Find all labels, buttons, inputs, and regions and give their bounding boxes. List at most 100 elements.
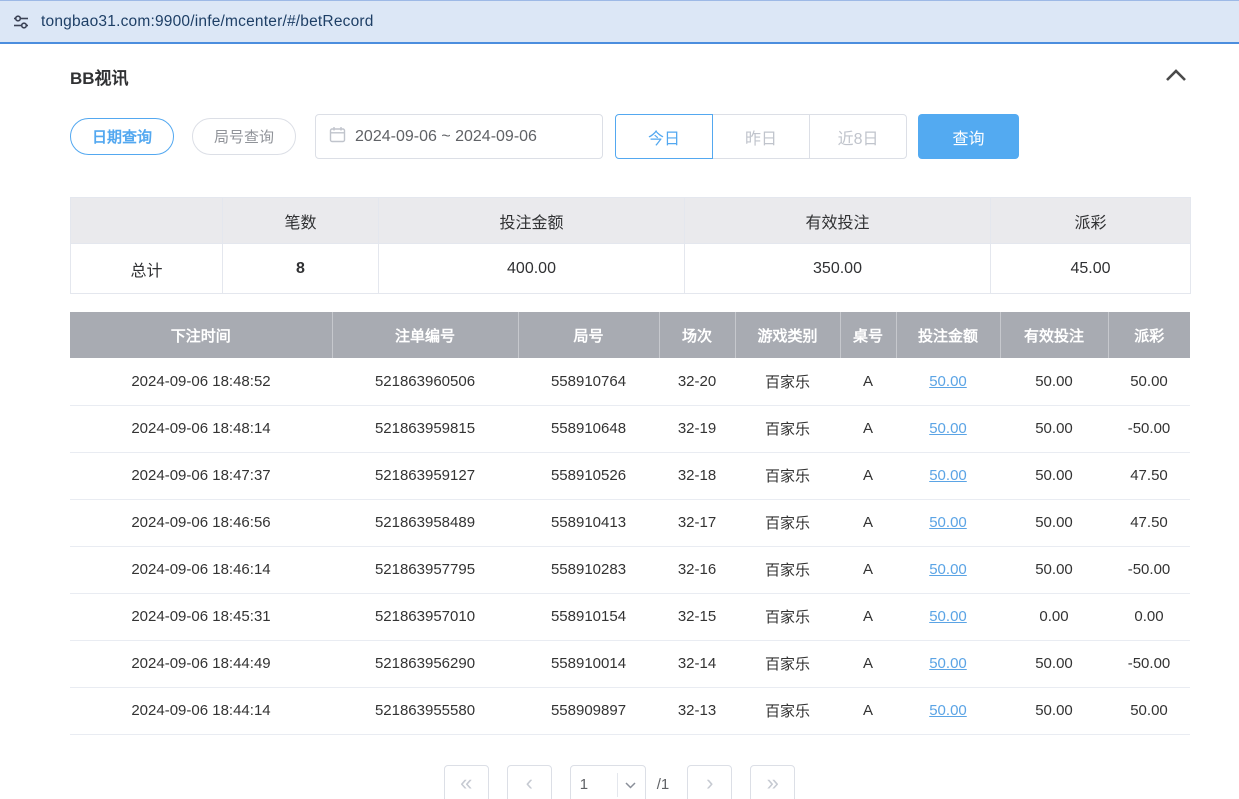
- last-page-button[interactable]: »: [750, 765, 795, 799]
- bet-amount-cell: 50.00: [896, 640, 1000, 687]
- calendar-icon: [329, 126, 346, 148]
- round-id-cell: 558910648: [518, 405, 659, 452]
- table-row: 2024-09-06 18:44:14 521863955580 5589098…: [70, 687, 1190, 734]
- bet-id-cell: 521863960506: [332, 358, 518, 405]
- table-row: 2024-09-06 18:45:31 521863957010 5589101…: [70, 593, 1190, 640]
- table-no-cell: A: [840, 640, 896, 687]
- page-select[interactable]: 1: [570, 765, 646, 799]
- payout-cell: -50.00: [1108, 405, 1190, 452]
- today-button[interactable]: 今日: [615, 114, 713, 159]
- valid-bet-cell: 50.00: [1000, 358, 1108, 405]
- table-row: 2024-09-06 18:46:56 521863958489 5589104…: [70, 499, 1190, 546]
- col-header-valid-bet: 有效投注: [1000, 312, 1108, 358]
- bet-records-table: 下注时间 注单编号 局号 场次 游戏类别 桌号 投注金额 有效投注 派彩 202…: [70, 312, 1190, 735]
- bet-amount-cell: 50.00: [896, 405, 1000, 452]
- session-cell: 32-14: [659, 640, 735, 687]
- first-page-button[interactable]: «: [444, 765, 489, 799]
- valid-bet-cell: 50.00: [1000, 640, 1108, 687]
- date-query-tab[interactable]: 日期查询: [70, 118, 174, 155]
- col-header-game-type: 游戏类别: [735, 312, 840, 358]
- summary-total-label: 总计: [71, 244, 223, 294]
- payout-cell: 50.00: [1108, 358, 1190, 405]
- bet-amount-cell: 50.00: [896, 546, 1000, 593]
- bet-amount-cell: 50.00: [896, 499, 1000, 546]
- summary-header-empty: [71, 198, 223, 244]
- collapse-button[interactable]: [1165, 69, 1187, 85]
- bet-amount-link[interactable]: 50.00: [929, 420, 967, 437]
- round-id-cell: 558910154: [518, 593, 659, 640]
- bet-amount-link[interactable]: 50.00: [929, 467, 967, 484]
- game-type-cell: 百家乐: [735, 640, 840, 687]
- valid-bet-cell: 0.00: [1000, 593, 1108, 640]
- bet-amount-link[interactable]: 50.00: [929, 702, 967, 719]
- payout-cell: -50.00: [1108, 546, 1190, 593]
- bet-id-cell: 521863957795: [332, 546, 518, 593]
- summary-valid-bet: 350.00: [685, 244, 991, 294]
- summary-header-payout: 派彩: [991, 198, 1191, 244]
- col-header-bet-amount: 投注金额: [896, 312, 1000, 358]
- table-no-cell: A: [840, 358, 896, 405]
- chevron-up-icon: [1165, 69, 1187, 85]
- time-cell: 2024-09-06 18:45:31: [70, 593, 332, 640]
- payout-cell: 50.00: [1108, 687, 1190, 734]
- table-row: 2024-09-06 18:46:14 521863957795 5589102…: [70, 546, 1190, 593]
- yesterday-button[interactable]: 昨日: [712, 114, 810, 159]
- table-no-cell: A: [840, 546, 896, 593]
- bet-amount-link[interactable]: 50.00: [929, 655, 967, 672]
- valid-bet-cell: 50.00: [1000, 405, 1108, 452]
- summary-header-valid-bet: 有效投注: [685, 198, 991, 244]
- bet-id-cell: 521863959127: [332, 452, 518, 499]
- page-title: BB视讯: [70, 64, 129, 89]
- time-cell: 2024-09-06 18:44:49: [70, 640, 332, 687]
- search-button[interactable]: 查询: [918, 114, 1019, 159]
- round-id-cell: 558909897: [518, 687, 659, 734]
- session-cell: 32-13: [659, 687, 735, 734]
- col-header-time: 下注时间: [70, 312, 332, 358]
- round-id-cell: 558910764: [518, 358, 659, 405]
- prev-page-button[interactable]: ‹: [507, 765, 552, 799]
- table-no-cell: A: [840, 499, 896, 546]
- last8days-button[interactable]: 近8日: [809, 114, 907, 159]
- bet-id-cell: 521863955580: [332, 687, 518, 734]
- game-type-cell: 百家乐: [735, 687, 840, 734]
- next-page-button[interactable]: ›: [687, 765, 732, 799]
- round-id-cell: 558910283: [518, 546, 659, 593]
- tune-icon[interactable]: [12, 13, 30, 31]
- pagination: « ‹ 1 /1 › »: [0, 765, 1239, 799]
- valid-bet-cell: 50.00: [1000, 687, 1108, 734]
- time-cell: 2024-09-06 18:48:14: [70, 405, 332, 452]
- valid-bet-cell: 50.00: [1000, 499, 1108, 546]
- bet-amount-link[interactable]: 50.00: [929, 561, 967, 578]
- bet-amount-cell: 50.00: [896, 593, 1000, 640]
- time-cell: 2024-09-06 18:44:14: [70, 687, 332, 734]
- table-row: 2024-09-06 18:48:14 521863959815 5589106…: [70, 405, 1190, 452]
- filter-bar: 日期查询 局号查询 2024-09-06 ~ 2024-09-06 今日 昨日 …: [0, 89, 1239, 159]
- session-cell: 32-19: [659, 405, 735, 452]
- time-cell: 2024-09-06 18:46:56: [70, 499, 332, 546]
- valid-bet-cell: 50.00: [1000, 546, 1108, 593]
- bet-amount-link[interactable]: 50.00: [929, 373, 967, 390]
- round-query-tab[interactable]: 局号查询: [192, 118, 296, 155]
- bet-amount-link[interactable]: 50.00: [929, 608, 967, 625]
- summary-header-bet-amount: 投注金额: [379, 198, 685, 244]
- summary-table: 笔数 投注金额 有效投注 派彩 总计 8 400.00 350.00 45.00: [70, 197, 1191, 294]
- session-cell: 32-17: [659, 499, 735, 546]
- date-range-input[interactable]: 2024-09-06 ~ 2024-09-06: [315, 114, 603, 159]
- payout-cell: 0.00: [1108, 593, 1190, 640]
- page-total: /1: [657, 776, 670, 793]
- date-range-value: 2024-09-06 ~ 2024-09-06: [355, 128, 537, 146]
- payout-cell: 47.50: [1108, 499, 1190, 546]
- table-row: 2024-09-06 18:47:37 521863959127 5589105…: [70, 452, 1190, 499]
- summary-count: 8: [223, 244, 379, 294]
- col-header-table-no: 桌号: [840, 312, 896, 358]
- chevron-right-icon: ›: [706, 772, 713, 794]
- round-id-cell: 558910413: [518, 499, 659, 546]
- session-cell: 32-20: [659, 358, 735, 405]
- game-type-cell: 百家乐: [735, 405, 840, 452]
- session-cell: 32-16: [659, 546, 735, 593]
- table-row: 2024-09-06 18:48:52 521863960506 5589107…: [70, 358, 1190, 405]
- select-divider: [617, 773, 618, 797]
- bet-amount-link[interactable]: 50.00: [929, 514, 967, 531]
- address-bar[interactable]: tongbao31.com:9900/infe/mcenter/#/betRec…: [0, 0, 1239, 44]
- payout-cell: 47.50: [1108, 452, 1190, 499]
